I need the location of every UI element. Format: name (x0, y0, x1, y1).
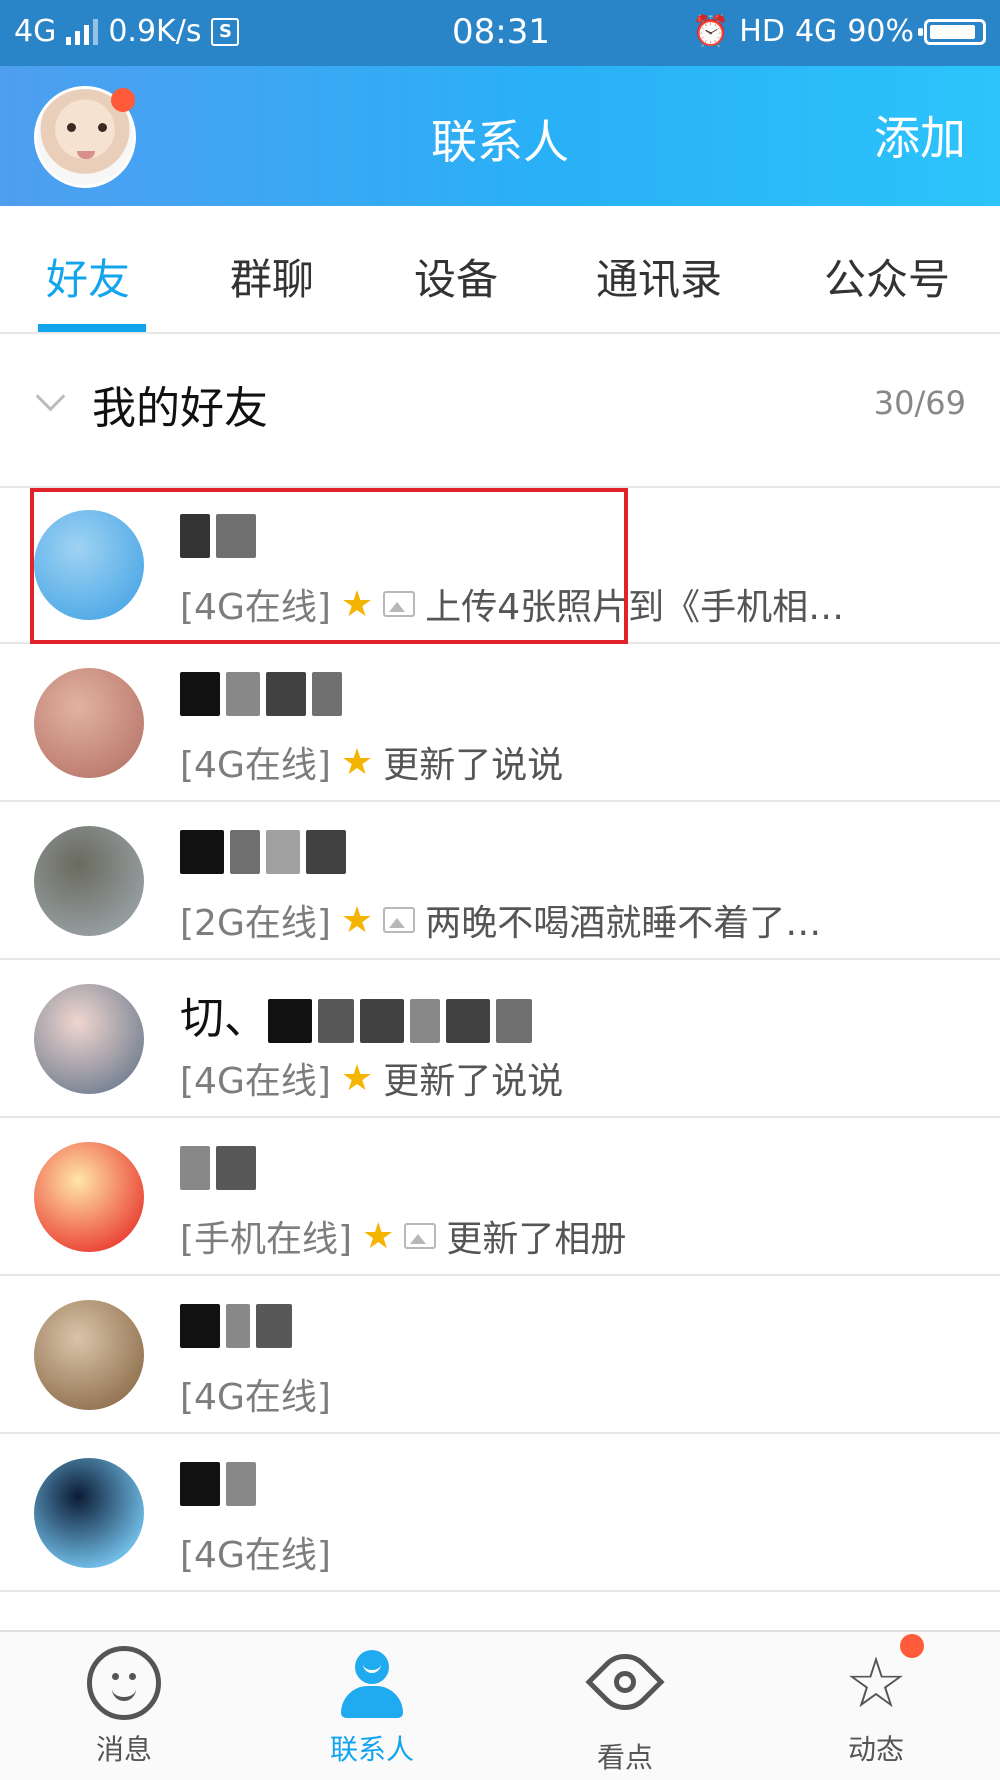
tab-official-accounts[interactable]: 公众号 (824, 246, 950, 307)
nav-label: 消息 (95, 1733, 152, 1766)
contact-name-prefix: 切、 (180, 993, 268, 1044)
star-icon: ☆ (844, 1642, 908, 1724)
contact-avatar (34, 1142, 144, 1252)
tab-groups[interactable]: 群聊 (230, 246, 314, 307)
contact-list: [4G在线] ★ 上传4张照片到《手机相… [4G在线] ★ 更新了说说 [2G… (0, 486, 1000, 1592)
notification-dot (900, 1634, 924, 1658)
s-app-icon: S (211, 17, 240, 46)
online-status: [手机在线] (180, 1219, 353, 1260)
contact-name (180, 508, 262, 564)
tab-address-book[interactable]: 通讯录 (596, 246, 722, 307)
app-header: 联系人 添加 (0, 66, 1000, 206)
image-icon (383, 907, 416, 933)
star-icon: ★ (340, 899, 374, 941)
contact-name: 切、 (180, 982, 538, 1044)
active-tab-indicator (38, 324, 146, 332)
hd-label: HD (739, 14, 785, 49)
contact-name (180, 824, 352, 880)
contact-message: 更新了相册 (446, 1219, 627, 1260)
contact-status-line: [手机在线] ★ 更新了相册 (180, 1210, 626, 1262)
tab-bar: 好友 群聊 设备 通讯录 公众号 (0, 206, 1000, 334)
status-right: ⏰ HD 4G 90% (692, 14, 986, 49)
contact-avatar (34, 1458, 144, 1568)
contact-row[interactable]: [4G在线] ★ 上传4张照片到《手机相… (0, 486, 1000, 644)
nav-discover[interactable]: 看点 (525, 1642, 725, 1776)
contact-message: 更新了说说 (383, 745, 564, 786)
nav-label: 看点 (596, 1741, 653, 1774)
contact-row[interactable]: [2G在线] ★ 两晚不喝酒就睡不着了… (0, 802, 1000, 960)
net-speed: 0.9K/s (108, 14, 202, 49)
contact-avatar (34, 668, 144, 778)
contact-row[interactable]: 切、 [4G在线] ★ 更新了说说 (0, 960, 1000, 1118)
contact-name (180, 666, 348, 722)
image-icon (404, 1223, 437, 1249)
star-icon: ★ (340, 1057, 374, 1099)
contact-row[interactable]: [手机在线] ★ 更新了相册 (0, 1118, 1000, 1276)
contact-message: 更新了说说 (383, 1061, 564, 1102)
online-status: [4G在线] (180, 1535, 331, 1576)
bottom-nav: 消息 联系人 看点 ☆ 动态 (0, 1630, 1000, 1780)
online-status: [2G在线] (180, 903, 331, 944)
contacts-icon (335, 1646, 409, 1720)
contact-avatar (34, 510, 144, 620)
contact-row[interactable]: [4G在线] (0, 1276, 1000, 1434)
add-button[interactable]: 添加 (874, 102, 966, 168)
contact-message: 上传4张照片到《手机相… (425, 587, 845, 628)
online-status: [4G在线] (180, 745, 331, 786)
contact-name (180, 1456, 262, 1512)
battery-percent: 90% (847, 14, 914, 49)
alarm-icon: ⏰ (691, 14, 730, 49)
signal-icon (66, 18, 99, 45)
nav-moments[interactable]: ☆ 动态 (776, 1646, 976, 1768)
contact-row[interactable]: [4G在线] (0, 1434, 1000, 1592)
battery-icon (918, 18, 986, 45)
online-status: [4G在线] (180, 587, 331, 628)
contact-name (180, 1298, 298, 1354)
contact-avatar (34, 1300, 144, 1410)
page-title: 联系人 (431, 115, 569, 169)
clock: 08:31 (452, 12, 550, 52)
online-status: [4G在线] (180, 1061, 331, 1102)
group-title: 我的好友 (92, 383, 268, 434)
contact-status-line: [4G在线] (180, 1368, 331, 1420)
contact-status-line: [4G在线] ★ 上传4张照片到《手机相… (180, 578, 844, 630)
tab-friends[interactable]: 好友 (46, 246, 130, 307)
tab-devices[interactable]: 设备 (414, 246, 498, 307)
nav-label: 动态 (847, 1733, 904, 1766)
contact-avatar (34, 984, 144, 1094)
nav-contacts[interactable]: 联系人 (272, 1646, 472, 1768)
friend-group-header[interactable]: 我的好友 30/69 (0, 334, 1000, 488)
status-bar: 4G 0.9K/s S 08:31 ⏰ HD 4G 90% (0, 0, 1000, 66)
contact-status-line: [4G在线] ★ 更新了说说 (180, 1052, 563, 1104)
contact-status-line: [4G在线] (180, 1526, 331, 1578)
chat-bubble-icon (87, 1646, 161, 1720)
contact-avatar (34, 826, 144, 936)
status-left: 4G 0.9K/s S (14, 14, 240, 49)
contact-name (180, 1140, 262, 1196)
network2-label: 4G (794, 14, 838, 49)
star-icon: ★ (340, 583, 374, 625)
online-status: [4G在线] (180, 1377, 331, 1418)
group-count: 30/69 (873, 384, 966, 422)
chevron-down-icon (35, 381, 66, 412)
contact-status-line: [4G在线] ★ 更新了说说 (180, 736, 563, 788)
contact-row[interactable]: [4G在线] ★ 更新了说说 (0, 644, 1000, 802)
image-icon (383, 591, 416, 617)
star-icon: ★ (340, 741, 374, 783)
network-label: 4G (14, 14, 57, 49)
nav-label: 联系人 (329, 1733, 414, 1766)
nav-messages[interactable]: 消息 (24, 1646, 224, 1768)
star-icon: ★ (362, 1215, 395, 1257)
contact-message: 两晚不喝酒就睡不着了… (425, 903, 822, 944)
contact-status-line: [2G在线] ★ 两晚不喝酒就睡不着了… (180, 894, 821, 946)
eye-icon (585, 1642, 665, 1728)
